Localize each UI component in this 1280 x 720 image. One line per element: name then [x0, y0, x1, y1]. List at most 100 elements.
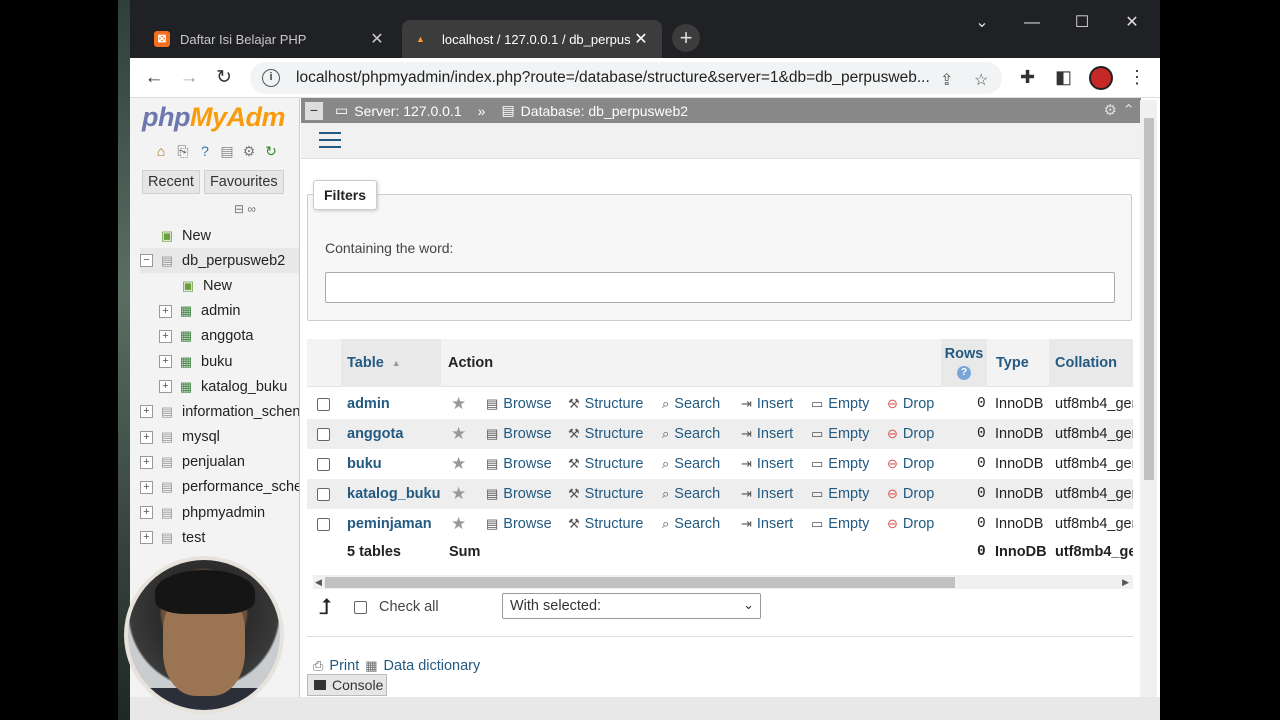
- settings-gear-icon[interactable]: ⚙: [1104, 101, 1117, 119]
- favorite-star-icon[interactable]: ★: [451, 394, 466, 414]
- table-name-link[interactable]: katalog_buku: [347, 479, 440, 509]
- tree-item-katalog-buku[interactable]: + ▦ katalog_buku: [140, 374, 299, 399]
- header-table[interactable]: Table ▲: [341, 339, 441, 387]
- browse-action[interactable]: ▤ Browse: [486, 449, 552, 479]
- site-info-icon[interactable]: i: [262, 69, 280, 87]
- insert-action[interactable]: ⇥ Insert: [741, 419, 793, 449]
- insert-action[interactable]: ⇥ Insert: [741, 479, 793, 509]
- new-tab-button[interactable]: +: [672, 24, 700, 52]
- expand-icon[interactable]: +: [159, 380, 172, 394]
- browse-action[interactable]: ▤ Browse: [486, 389, 552, 419]
- browse-action[interactable]: ▤ Browse: [486, 509, 552, 539]
- tree-item-test[interactable]: + ▤ test: [140, 525, 299, 550]
- vertical-scrollbar[interactable]: [1140, 100, 1157, 698]
- data-dictionary-link[interactable]: Data dictionary: [384, 658, 481, 674]
- hamburger-menu-icon[interactable]: [319, 132, 341, 148]
- logout-icon[interactable]: ⎘: [174, 142, 192, 160]
- check-all-label[interactable]: Check all: [379, 599, 439, 615]
- drop-action[interactable]: ⊖ Drop: [887, 509, 934, 539]
- share-icon[interactable]: ⇪: [940, 70, 953, 90]
- empty-action[interactable]: ▭ Empty: [811, 479, 869, 509]
- tree-item-new-table[interactable]: ▣ New: [140, 273, 299, 298]
- filter-text-input[interactable]: [325, 272, 1115, 303]
- bookmark-star-icon[interactable]: ☆: [974, 70, 988, 90]
- with-selected-dropdown[interactable]: With selected: ⌄: [502, 593, 761, 619]
- tree-item-db-perpusweb2[interactable]: − ▤ db_perpusweb2: [140, 248, 299, 274]
- tree-item-penjualan[interactable]: + ▤ penjualan: [140, 450, 299, 475]
- favorite-star-icon[interactable]: ★: [451, 484, 466, 504]
- expand-icon[interactable]: +: [159, 329, 172, 343]
- collapse-top-icon[interactable]: ⌃: [1122, 101, 1135, 119]
- refresh-icon[interactable]: ↻: [262, 142, 280, 160]
- scroll-right-icon[interactable]: ▶: [1122, 575, 1129, 589]
- empty-action[interactable]: ▭ Empty: [811, 389, 869, 419]
- header-rows[interactable]: Rows?: [941, 339, 987, 387]
- collapse-all-icon[interactable]: ⊟: [234, 202, 244, 216]
- tree-item-information-schema[interactable]: + ▤ information_schen: [140, 399, 299, 424]
- help-icon[interactable]: ?: [196, 142, 214, 160]
- scrollbar-thumb[interactable]: [325, 577, 955, 588]
- row-checkbox[interactable]: [317, 457, 330, 471]
- favorite-star-icon[interactable]: ★: [451, 454, 466, 474]
- tab-phpmyadmin[interactable]: ▲ localhost / 127.0.0.1 / db_perpus ✕: [402, 20, 662, 58]
- empty-action[interactable]: ▭ Empty: [811, 509, 869, 539]
- breadcrumb-database[interactable]: Database: db_perpusweb2: [521, 103, 688, 119]
- tree-item-performance-schema[interactable]: + ▤ performance_sche: [140, 475, 299, 500]
- favourites-tab[interactable]: Favourites: [203, 170, 284, 194]
- collapse-icon[interactable]: −: [140, 254, 153, 268]
- empty-action[interactable]: ▭ Empty: [811, 419, 869, 449]
- structure-action[interactable]: ⚒ Structure: [568, 479, 644, 509]
- insert-action[interactable]: ⇥ Insert: [741, 509, 793, 539]
- favorite-star-icon[interactable]: ★: [451, 424, 466, 444]
- address-bar[interactable]: i localhost/phpmyadmin/index.php?route=/…: [250, 62, 1002, 94]
- side-panel-icon[interactable]: ◧: [1055, 67, 1072, 88]
- link-icon[interactable]: ∞: [247, 202, 256, 216]
- row-checkbox[interactable]: [317, 397, 330, 411]
- expand-icon[interactable]: +: [159, 304, 172, 318]
- search-action[interactable]: ⌕ Search: [662, 479, 720, 509]
- tab-belajar-php[interactable]: ⊠ Daftar Isi Belajar PHP ✕: [140, 20, 398, 58]
- structure-action[interactable]: ⚒ Structure: [568, 389, 644, 419]
- close-window-button[interactable]: ✕: [1107, 8, 1157, 38]
- check-all-checkbox[interactable]: [353, 600, 367, 614]
- maximize-button[interactable]: ☐: [1057, 8, 1107, 38]
- drop-action[interactable]: ⊖ Drop: [887, 419, 934, 449]
- drop-action[interactable]: ⊖ Drop: [887, 389, 934, 419]
- row-checkbox[interactable]: [317, 517, 330, 531]
- expand-icon[interactable]: +: [140, 506, 153, 520]
- tab-search-icon[interactable]: ⌄: [957, 8, 1007, 38]
- back-icon[interactable]: ←: [140, 64, 168, 92]
- search-action[interactable]: ⌕ Search: [662, 419, 720, 449]
- breadcrumb-server[interactable]: Server: 127.0.0.1: [354, 103, 461, 119]
- row-checkbox[interactable]: [317, 427, 330, 441]
- url-text[interactable]: localhost/phpmyadmin/index.php?route=/da…: [296, 69, 936, 87]
- menu-kebab-icon[interactable]: ⋮: [1128, 67, 1146, 88]
- search-action[interactable]: ⌕ Search: [662, 389, 720, 419]
- print-link[interactable]: Print: [329, 658, 359, 674]
- header-type[interactable]: Type: [996, 339, 1046, 387]
- tree-item-new[interactable]: ▣ New: [140, 223, 299, 248]
- search-action[interactable]: ⌕ Search: [662, 509, 720, 539]
- extensions-icon[interactable]: ✚: [1020, 67, 1035, 88]
- minimize-button[interactable]: —: [1007, 8, 1057, 38]
- console-toggle[interactable]: Console: [307, 674, 387, 696]
- search-action[interactable]: ⌕ Search: [662, 449, 720, 479]
- expand-icon[interactable]: +: [159, 355, 172, 369]
- drop-action[interactable]: ⊖ Drop: [887, 479, 934, 509]
- table-name-link[interactable]: buku: [347, 449, 382, 479]
- expand-icon[interactable]: +: [140, 405, 153, 419]
- table-name-link[interactable]: admin: [347, 389, 390, 419]
- collapse-nav-button[interactable]: −: [305, 101, 323, 120]
- close-icon[interactable]: ✕: [366, 29, 388, 49]
- tree-item-phpmyadmin[interactable]: + ▤ phpmyadmin: [140, 500, 299, 525]
- row-checkbox[interactable]: [317, 487, 330, 501]
- phpmyadmin-logo[interactable]: phpMyAdm: [142, 102, 286, 133]
- expand-icon[interactable]: +: [140, 430, 153, 444]
- insert-action[interactable]: ⇥ Insert: [741, 389, 793, 419]
- table-name-link[interactable]: anggota: [347, 419, 403, 449]
- horizontal-scrollbar[interactable]: ◀ ▶: [313, 575, 1133, 589]
- tree-item-admin[interactable]: + ▦ admin: [140, 299, 299, 324]
- close-icon[interactable]: ✕: [630, 29, 652, 49]
- structure-action[interactable]: ⚒ Structure: [568, 509, 644, 539]
- tree-item-mysql[interactable]: + ▤ mysql: [140, 425, 299, 450]
